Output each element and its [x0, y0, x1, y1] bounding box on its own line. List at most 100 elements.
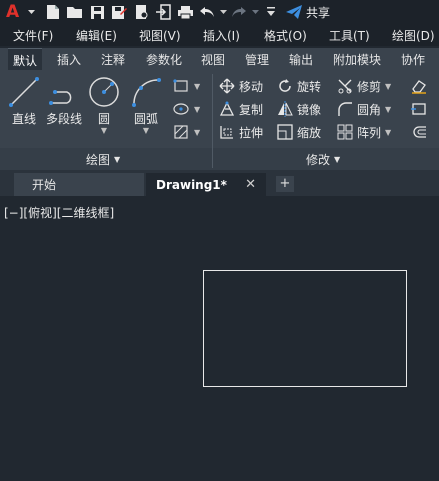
polyline-button[interactable]: 多段线 — [43, 74, 85, 134]
tab-start-label: 开始 — [32, 178, 57, 192]
offset-button[interactable] — [410, 122, 428, 142]
scale-button[interactable]: 缩放 — [276, 122, 321, 142]
panel-divider — [212, 74, 213, 168]
line-label: 直线 — [11, 112, 36, 126]
import-icon[interactable] — [152, 2, 174, 22]
new-tab-button[interactable]: + — [276, 176, 294, 192]
offset-icon — [410, 123, 428, 141]
undo-icon[interactable] — [196, 2, 218, 22]
menu-draw[interactable]: 绘图(D) — [392, 27, 435, 44]
trim-icon — [336, 77, 354, 95]
copy-icon — [218, 100, 236, 118]
array-dropdown-icon[interactable]: ▼ — [385, 128, 391, 137]
copy-button[interactable]: 复制 — [218, 99, 263, 119]
document-tab-bar: 开始 Drawing1* ✕ — [0, 170, 439, 196]
new-icon[interactable] — [42, 2, 64, 22]
redo-dropdown-icon[interactable] — [250, 2, 260, 22]
modify-panel-label: 修改 — [306, 152, 331, 167]
ribbon-panel: 直线 多段线 圆 ▼ 圆弧 ▼ ▼ ▼ ▼ 绘图 ▼ 移动 旋转 修剪 ▼ 复制… — [0, 70, 439, 170]
tab-addins[interactable]: 附加模块 — [333, 51, 381, 68]
customize-icon[interactable] — [260, 2, 282, 22]
line-button[interactable]: 直线 — [4, 74, 44, 134]
ellipse-dropdown-icon[interactable]: ▼ — [194, 105, 200, 114]
tab-drawing1-label: Drawing1* — [156, 177, 227, 192]
save-as-icon[interactable] — [108, 2, 130, 22]
copy-label: 复制 — [239, 102, 264, 117]
menu-format[interactable]: 格式(O) — [264, 27, 307, 44]
tab-view[interactable]: 视图 — [201, 51, 225, 68]
tab-default[interactable]: 默认 — [8, 48, 43, 70]
close-icon[interactable]: ✕ — [245, 177, 256, 192]
fillet-dropdown-icon[interactable]: ▼ — [385, 105, 391, 114]
draw-panel-label: 绘图 — [86, 152, 111, 167]
hatch-icon — [172, 123, 190, 141]
menu-edit[interactable]: 编辑(E) — [76, 27, 117, 44]
print-icon[interactable] — [174, 2, 196, 22]
draw-panel-title[interactable]: 绘图 ▼ — [86, 151, 120, 167]
viewport-controls[interactable]: [−][俯视][二维线框] — [4, 204, 114, 221]
trim-button[interactable]: 修剪 ▼ — [336, 76, 391, 96]
drawn-rectangle[interactable] — [203, 270, 407, 387]
tab-collaborate[interactable]: 协作 — [401, 51, 425, 68]
save-icon[interactable] — [86, 2, 108, 22]
menu-insert[interactable]: 插入(I) — [203, 27, 240, 44]
stretch-button[interactable]: 拉伸 — [218, 122, 263, 142]
tab-insert[interactable]: 插入 — [57, 51, 81, 68]
rectangle-dropdown-icon[interactable]: ▼ — [194, 82, 200, 91]
move-icon — [218, 77, 236, 95]
erase-button[interactable] — [410, 76, 428, 96]
move-button[interactable]: 移动 — [218, 76, 263, 96]
ellipse-button[interactable]: ▼ — [172, 99, 200, 119]
polyline-icon — [43, 74, 85, 110]
rectangle-button[interactable]: ▼ — [172, 76, 200, 96]
circle-button[interactable]: 圆 ▼ — [84, 74, 124, 135]
array-label: 阵列 — [357, 125, 382, 140]
mirror-button[interactable]: 镜像 — [276, 99, 321, 119]
mirror-label: 镜像 — [297, 102, 322, 117]
line-icon — [4, 74, 44, 110]
tab-parametric[interactable]: 参数化 — [146, 51, 182, 68]
menu-tools[interactable]: 工具(T) — [329, 27, 370, 44]
tab-output[interactable]: 输出 — [289, 51, 313, 68]
modify-panel-title[interactable]: 修改 ▼ — [306, 151, 340, 167]
open-icon[interactable] — [64, 2, 86, 22]
tab-manage[interactable]: 管理 — [245, 51, 269, 68]
stretch-label: 拉伸 — [239, 125, 264, 140]
trim-dropdown-icon[interactable]: ▼ — [385, 82, 391, 91]
fillet-button[interactable]: 圆角 ▼ — [336, 99, 391, 119]
arc-button[interactable]: 圆弧 ▼ — [126, 74, 166, 135]
tab-annotate[interactable]: 注释 — [101, 51, 125, 68]
trim-label: 修剪 — [357, 79, 382, 94]
arc-icon — [126, 74, 166, 110]
hatch-dropdown-icon[interactable]: ▼ — [194, 128, 200, 137]
polyline-label: 多段线 — [45, 112, 82, 126]
arc-label: 圆弧 — [133, 112, 158, 126]
explode-icon — [410, 100, 428, 118]
fillet-icon — [336, 100, 354, 118]
share-button[interactable]: 共享 — [286, 4, 330, 21]
rotate-label: 旋转 — [297, 79, 322, 94]
ellipse-icon — [172, 100, 190, 118]
redo-icon[interactable] — [228, 2, 250, 22]
scale-icon — [276, 123, 294, 141]
plot-preview-icon[interactable] — [130, 2, 152, 22]
app-logo[interactable]: A — [6, 2, 26, 22]
tab-drawing1[interactable]: Drawing1* ✕ — [146, 173, 266, 196]
menu-view[interactable]: 视图(V) — [139, 27, 181, 44]
drawing-canvas[interactable]: [−][俯视][二维线框] — [0, 196, 439, 481]
rotate-button[interactable]: 旋转 — [276, 76, 321, 96]
arc-dropdown-icon[interactable]: ▼ — [126, 127, 166, 135]
scale-label: 缩放 — [297, 125, 322, 140]
explode-button[interactable] — [410, 99, 428, 119]
hatch-button[interactable]: ▼ — [172, 122, 200, 142]
circle-dropdown-icon[interactable]: ▼ — [84, 127, 124, 135]
menu-file[interactable]: 文件(F) — [13, 27, 53, 44]
undo-dropdown-icon[interactable] — [218, 2, 228, 22]
draw-panel-expand-icon: ▼ — [114, 154, 121, 164]
tab-start[interactable]: 开始 — [14, 173, 144, 196]
eraser-icon — [410, 77, 428, 95]
move-label: 移动 — [239, 79, 264, 94]
app-menu-chevron-icon[interactable] — [26, 2, 36, 22]
array-button[interactable]: 阵列 ▼ — [336, 122, 391, 142]
fillet-label: 圆角 — [357, 102, 382, 117]
